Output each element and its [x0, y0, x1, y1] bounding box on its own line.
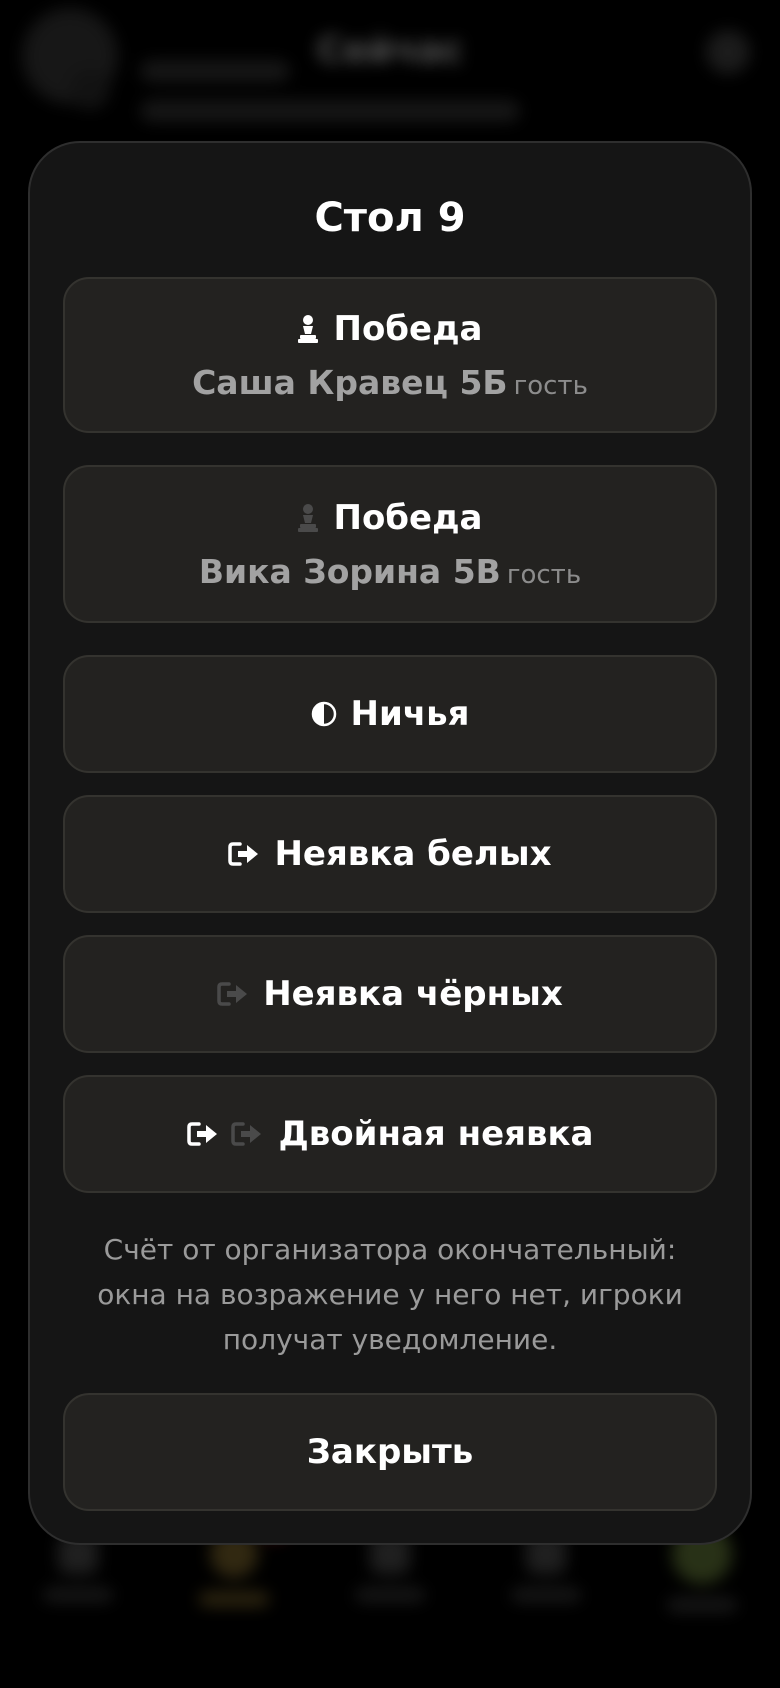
- black-pawn-icon: [297, 503, 319, 533]
- option-label: Победа: [333, 497, 483, 538]
- app-root: Сейчас Стол 9 Победа Саша Кравец 5Б гост…: [0, 0, 780, 1688]
- black-win-button[interactable]: Победа Вика Зорина 5В гость: [63, 465, 717, 623]
- double-no-show-button[interactable]: Двойная неявка: [63, 1075, 717, 1193]
- option-label: Победа: [333, 308, 483, 349]
- background-header: Сейчас: [0, 0, 780, 150]
- result-modal: Стол 9 Победа Саша Кравец 5Б гость Побед…: [28, 141, 752, 1545]
- option-header: Победа: [297, 308, 483, 349]
- close-button[interactable]: Закрыть: [63, 1393, 717, 1511]
- background-avatar: [706, 30, 750, 74]
- white-win-button[interactable]: Победа Саша Кравец 5Б гость: [63, 277, 717, 433]
- player-name-text: Вика Зорина 5В: [198, 551, 501, 591]
- option-header: Ничья: [311, 694, 470, 734]
- option-label: Неявка белых: [274, 834, 552, 874]
- option-header: Неявка белых: [228, 834, 552, 874]
- option-label: Неявка чёрных: [263, 974, 563, 1014]
- background-text-line: [140, 60, 290, 82]
- half-circle-icon: [311, 701, 337, 727]
- draw-button[interactable]: Ничья: [63, 655, 717, 773]
- close-button-label: Закрыть: [306, 1432, 474, 1472]
- guest-tag: гость: [513, 370, 588, 401]
- exit-both-icon: [186, 1120, 265, 1148]
- exit-black-icon: [217, 980, 249, 1008]
- player-name: Вика Зорина 5В гость: [199, 552, 581, 591]
- player-name: Саша Кравец 5Б гость: [192, 363, 588, 402]
- option-header: Двойная неявка: [186, 1114, 594, 1154]
- modal-title: Стол 9: [314, 195, 466, 241]
- player-name-text: Саша Кравец 5Б: [192, 362, 508, 402]
- option-header: Победа: [297, 497, 483, 538]
- background-tab-label: [667, 1598, 737, 1612]
- exit-white-icon: [228, 840, 260, 868]
- background-text-line: [140, 100, 520, 122]
- background-tab-label: [43, 1588, 113, 1602]
- background-tab-label: [511, 1588, 581, 1602]
- option-header: Неявка чёрных: [217, 974, 563, 1014]
- background-tab-label: [199, 1592, 269, 1606]
- background-tab-label: [355, 1588, 425, 1602]
- white-pawn-icon: [297, 314, 319, 344]
- background-title: Сейчас: [316, 30, 464, 71]
- option-label: Ничья: [350, 694, 470, 734]
- finality-note: Счёт от организатора окончательный: окна…: [97, 1233, 683, 1356]
- white-no-show-button[interactable]: Неявка белых: [63, 795, 717, 913]
- background-logo-secondary: [70, 70, 110, 110]
- option-label: Двойная неявка: [278, 1114, 594, 1154]
- guest-tag: гость: [506, 559, 582, 590]
- black-no-show-button[interactable]: Неявка чёрных: [63, 935, 717, 1053]
